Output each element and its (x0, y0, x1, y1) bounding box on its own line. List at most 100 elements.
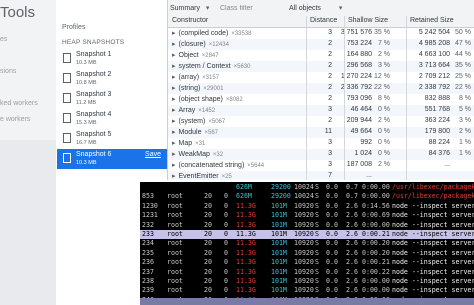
nice-cell: 0 (224, 286, 228, 295)
expand-arrow-icon[interactable]: ▸ (172, 107, 176, 114)
priority-cell: 20 (204, 248, 212, 257)
constructor-cell: ▸ Object ×2847 (172, 51, 219, 59)
retained-size-cell: 2 338 792 (418, 84, 450, 91)
shr-cell: 10920 (294, 230, 314, 238)
snapshot-icon (63, 133, 71, 143)
command-cell: node --inspect server.js (392, 248, 474, 257)
user-cell: root (167, 220, 183, 229)
expand-arrow-icon[interactable]: ▸ (172, 41, 176, 48)
objects-select[interactable]: All objects ▾ (289, 3, 349, 14)
background-item[interactable]: es (0, 36, 7, 43)
constructor-cell: ▸ system / Context ×5630 (172, 62, 251, 70)
state-cell: S (315, 248, 319, 257)
constructor-name: Module (178, 129, 202, 136)
snapshot-item-selected[interactable]: Snapshot 6 10.3 MB Save (57, 149, 167, 169)
column-header-constructor[interactable]: Constructor (172, 17, 208, 24)
retained-size-cell: 5 242 504 (418, 29, 450, 36)
priority-cell: 20 (204, 220, 212, 229)
expand-arrow-icon[interactable]: ▸ (172, 173, 176, 180)
shallow-percent-cell: 0 % (377, 128, 390, 135)
terminal-line: 239 root 20 0 11.3G 101M 10920 S 0.0 2.6 0:00.00 no… (140, 286, 474, 295)
expand-arrow-icon[interactable]: ▸ (172, 74, 176, 81)
view-select[interactable]: Summary ▾ (170, 3, 210, 14)
res-cell: 101M (271, 248, 287, 257)
background-title: Tools (0, 4, 36, 21)
shallow-percent-cell: 22 % (374, 84, 390, 91)
virt-cell: 11.3G (236, 258, 256, 267)
background-item[interactable]: e workers (0, 116, 30, 123)
expand-arrow-icon[interactable]: ▸ (172, 162, 176, 169)
terminal-line: 232 root 20 0 11.3G 101M 10920 S 0.0 2.6 0:00.00 no… (140, 221, 474, 230)
mem-cell: 2.6 (346, 201, 358, 210)
shallow-percent-cell: 0 % (377, 106, 390, 113)
column-header-distance[interactable]: Distance (310, 17, 337, 24)
background-item[interactable]: sions (0, 68, 16, 75)
grid-row[interactable]: ▸ (object shape) ×8082 2 793 096 8 % 832 888 8 … (168, 94, 474, 105)
instance-count: ×29001 (203, 86, 224, 92)
shallow-size-cell: 3 751 576 (340, 29, 372, 36)
snapshot-item[interactable]: Snapshot 2 10.8 MB (57, 69, 167, 89)
expand-arrow-icon[interactable]: ▸ (172, 52, 176, 59)
nice-cell: 0 (224, 230, 228, 238)
instance-count: ×25 (221, 174, 232, 180)
state-cell: S (315, 201, 319, 210)
expand-arrow-icon[interactable]: ▸ (172, 96, 176, 103)
grid-row[interactable]: ▸ (array) ×3157 2 1 270 224 12 % 2 709 212 25 % (168, 72, 474, 83)
expand-arrow-icon[interactable]: ▸ (172, 151, 176, 158)
grid-row[interactable]: ▸ (string) ×29001 2 2 336 792 22 % 2 338 792 22… (168, 83, 474, 94)
column-header-retained-size[interactable]: Retained Size (410, 17, 454, 24)
grid-row[interactable]: ▸ (concatenated string) ×5644 3 187 008 2 %..… (168, 160, 474, 171)
terminal-line-highlighted: 233 root 20 0 11.3G 101M 10920 S 0.0 2.6 0:00.21 no… (140, 230, 474, 239)
snapshot-item[interactable]: Snapshot 1 10.3 MB (57, 49, 167, 69)
expand-arrow-icon[interactable]: ▸ (172, 85, 176, 92)
pid-cell: 853 (142, 192, 154, 201)
expand-arrow-icon[interactable]: ▸ (172, 30, 176, 37)
column-divider (344, 16, 345, 180)
nice-cell: 0 (224, 201, 228, 210)
grid-row[interactable]: ▸ system / Context ×5630 2 296 568 3 % 3 713 6… (168, 61, 474, 72)
res-cell: 101M (271, 220, 287, 229)
constructor-cell: ▸ Module ×567 (172, 128, 218, 136)
grid-row[interactable]: ▸ (closure) ×12434 2 753 224 7 % 4 985 208 47 % (168, 39, 474, 50)
grid-row[interactable]: ▸ (system) ×5067 2 209 944 2 % 363 224 3 % (168, 116, 474, 127)
shr-cell: 10920 (294, 220, 314, 229)
snapshot-item[interactable]: Snapshot 4 15.3 MB (57, 109, 167, 129)
column-header-shallow-size[interactable]: Shallow Size (348, 17, 388, 24)
expand-arrow-icon[interactable]: ▸ (172, 140, 176, 147)
grid-row[interactable]: ▸ Object ×2847 2 164 880 2 % 4 663 100 44 % (168, 50, 474, 61)
snapshot-item[interactable]: Snapshot 5 16.7 MB (57, 129, 167, 149)
expand-arrow-icon[interactable]: ▸ (172, 118, 176, 125)
command-cell: /usr/libexec/packagekitd (392, 183, 474, 191)
res-cell: 101M (271, 258, 287, 267)
snapshot-item[interactable]: Snapshot 3 11.2 MB (57, 89, 167, 109)
grid-row[interactable]: ▸ WeakMap ×32 3 1 024 0 % 84 376 1 % (168, 149, 474, 160)
profiles-header: Profiles (62, 24, 86, 31)
expand-arrow-icon[interactable]: ▸ (172, 63, 176, 70)
save-link[interactable]: Save (145, 151, 161, 158)
constructor-name: (closure) (178, 41, 206, 48)
snapshot-name: Snapshot 4 (76, 111, 112, 118)
grid-row[interactable]: ▸ Map ×31 3 992 0 % 88 224 1 % (168, 138, 474, 149)
grid-row[interactable]: ▸ Module ×567 11 49 664 0 % 179 800 2 % (168, 127, 474, 138)
constructor-cell: ▸ EventEmitter ×25 (172, 172, 232, 180)
command-cell: /usr/libexec/packagekitd (392, 192, 474, 201)
distance-cell: 2 (328, 84, 332, 91)
grid-row[interactable]: ▸ Array ×1452 3 46 464 0 % 551 768 5 % (168, 105, 474, 116)
grid-row[interactable]: ▸ EventEmitter ×25 7... (168, 171, 474, 180)
retained-percent-cell: 44 % (455, 51, 471, 58)
res-cell: 29200 (271, 192, 291, 201)
res-cell: 101M (271, 239, 287, 248)
cpu-cell: 0.0 (326, 220, 338, 229)
retained-percent-cell: 1 % (458, 150, 471, 157)
virt-cell: 11.3G (236, 277, 256, 285)
state-cell: S (315, 277, 319, 285)
grid-row[interactable]: ▸ (compiled code) ×33538 3 3 751 576 35 % 5 24… (168, 28, 474, 39)
res-cell: 101M (271, 230, 287, 238)
command-cell: node --inspect server.js (392, 286, 474, 295)
nice-cell: 0 (224, 192, 228, 201)
class-filter-input[interactable] (218, 3, 284, 13)
background-item[interactable]: ked workers (0, 100, 38, 107)
terminal-line: 234 root 20 0 11.3G 101M 10920 S 0.0 2.6 0:00.20 no… (140, 239, 474, 248)
pid-cell: 1231 (142, 211, 158, 220)
expand-arrow-icon[interactable]: ▸ (172, 129, 176, 136)
